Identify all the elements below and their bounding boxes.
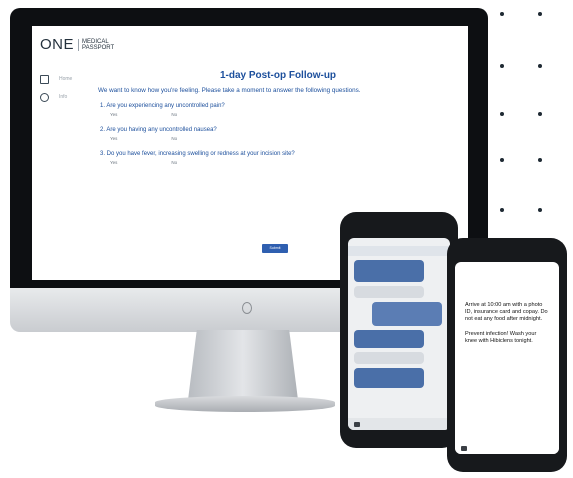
chat-bubble bbox=[372, 302, 442, 326]
phone-sms: Arrive at 10:00 am with a photo ID, insu… bbox=[447, 238, 567, 472]
phone-chat-screen bbox=[348, 238, 450, 430]
apple-logo-icon bbox=[242, 302, 252, 314]
sidebar-nav: Home Info bbox=[40, 70, 72, 106]
answer-yes[interactable]: Yes bbox=[110, 136, 117, 141]
decorative-dot-grid bbox=[490, 8, 570, 228]
home-icon bbox=[40, 74, 49, 84]
form-intro: We want to know how you're feeling. Plea… bbox=[98, 87, 361, 94]
sidebar-item-label: Home bbox=[59, 76, 73, 82]
camera-icon[interactable] bbox=[354, 422, 360, 427]
sms-message: Arrive at 10:00 am with a photo ID, insu… bbox=[465, 302, 548, 322]
answer-yes[interactable]: Yes bbox=[110, 160, 117, 165]
monitor-stand-base bbox=[155, 396, 335, 412]
question-1: 1. Are you experiencing any uncontrolled… bbox=[100, 103, 458, 117]
submit-button[interactable]: Submit bbox=[262, 244, 288, 253]
sidebar-item-label: Info bbox=[59, 94, 68, 100]
chat-bubble bbox=[354, 260, 424, 282]
question-text: 3. Do you have fever, increasing swellin… bbox=[100, 151, 295, 157]
camera-icon[interactable] bbox=[461, 446, 467, 451]
phone-chat bbox=[340, 212, 458, 448]
chat-header bbox=[348, 246, 450, 256]
answer-no[interactable]: No bbox=[171, 112, 177, 117]
message-input[interactable] bbox=[348, 418, 450, 430]
status-bar bbox=[455, 262, 559, 270]
chat-bubble bbox=[354, 286, 424, 298]
answer-yes[interactable]: Yes bbox=[110, 112, 117, 117]
followup-form: 1-day Post-op Follow-up We want to know … bbox=[98, 70, 458, 175]
question-text: 2. Are you having any uncontrolled nause… bbox=[100, 127, 217, 133]
chat-bubble bbox=[354, 352, 424, 364]
form-title: 1-day Post-op Follow-up bbox=[219, 70, 337, 81]
chat-bubble bbox=[354, 368, 424, 388]
answer-no[interactable]: No bbox=[171, 136, 177, 141]
chat-bubble bbox=[354, 330, 424, 348]
app-logo[interactable]: ONE MEDICAL PASSPORT bbox=[40, 36, 114, 53]
phone-sms-screen: Arrive at 10:00 am with a photo ID, insu… bbox=[455, 262, 559, 454]
sms-message: Prevent infection! Wash your knee with H… bbox=[465, 331, 537, 344]
answer-no[interactable]: No bbox=[171, 160, 177, 165]
monitor-stand bbox=[188, 330, 298, 400]
question-2: 2. Are you having any uncontrolled nause… bbox=[100, 127, 458, 141]
message-input[interactable] bbox=[455, 442, 559, 454]
logo-wordmark: ONE bbox=[40, 36, 75, 53]
question-3: 3. Do you have fever, increasing swellin… bbox=[100, 151, 458, 165]
sidebar-item-home[interactable]: Home bbox=[40, 70, 72, 88]
sms-content: Arrive at 10:00 am with a photo ID, insu… bbox=[455, 300, 559, 355]
logo-subtitle: MEDICAL PASSPORT bbox=[78, 38, 114, 51]
info-icon bbox=[40, 92, 49, 102]
question-text: 1. Are you experiencing any uncontrolled… bbox=[100, 103, 225, 109]
sidebar-item-info[interactable]: Info bbox=[40, 88, 72, 106]
status-bar bbox=[348, 238, 450, 246]
